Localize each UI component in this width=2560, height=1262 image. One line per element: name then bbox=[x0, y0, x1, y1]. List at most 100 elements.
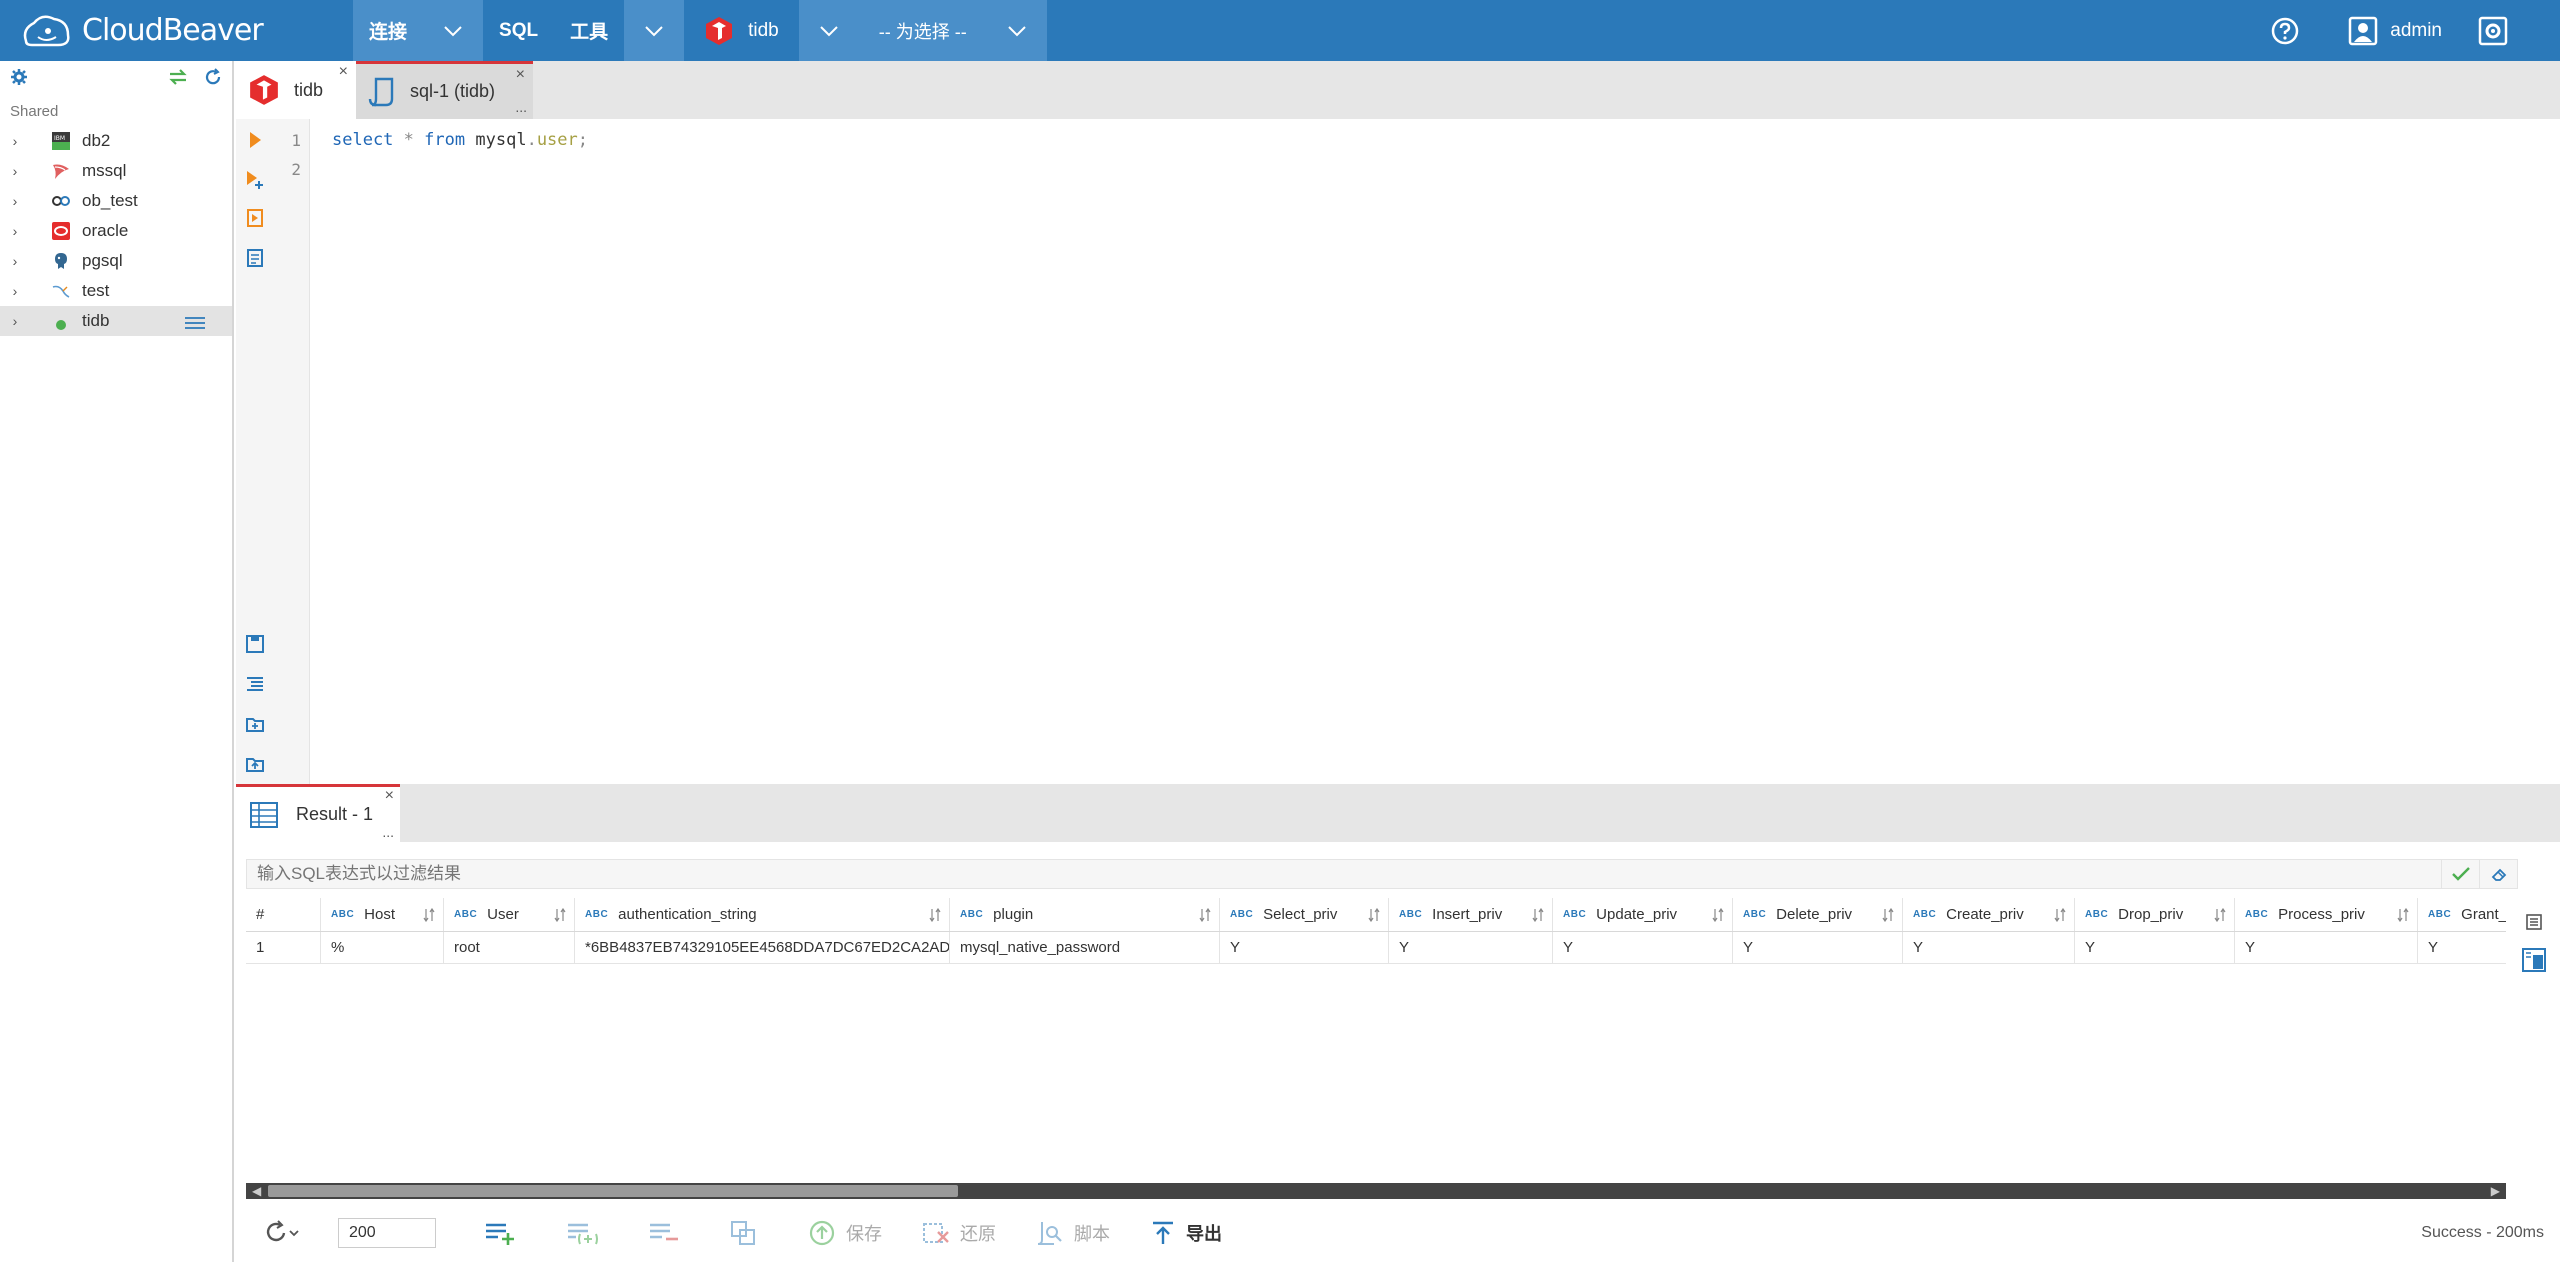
connection-dropdown-button[interactable] bbox=[798, 0, 859, 61]
help-button[interactable] bbox=[2270, 16, 2312, 46]
horizontal-scrollbar[interactable]: ◀ ▶ bbox=[246, 1183, 2506, 1199]
column-header-user[interactable]: ABC User bbox=[444, 898, 575, 931]
connect-dropdown-button[interactable] bbox=[423, 0, 484, 61]
column-header-host[interactable]: ABC Host bbox=[321, 898, 444, 931]
tree-node-ob-test[interactable]: › ob_test bbox=[0, 186, 232, 216]
sort-icon[interactable] bbox=[1882, 907, 1894, 926]
cell-process-priv[interactable]: Y bbox=[2235, 932, 2418, 963]
download-script-icon[interactable] bbox=[244, 753, 266, 775]
column-header-process-priv[interactable]: ABC Process_priv bbox=[2235, 898, 2418, 931]
load-script-icon[interactable] bbox=[244, 713, 266, 735]
sort-icon[interactable] bbox=[1368, 907, 1380, 926]
cell-select-priv[interactable]: Y bbox=[1220, 932, 1389, 963]
execute-script-icon[interactable] bbox=[244, 207, 266, 229]
cell-insert-priv[interactable]: Y bbox=[1389, 932, 1553, 963]
close-tab-icon[interactable]: × bbox=[385, 787, 394, 805]
cell-grant-priv[interactable]: Y bbox=[2418, 932, 2506, 963]
sort-icon[interactable] bbox=[1712, 907, 1724, 926]
column-header-grant-priv[interactable]: ABC Grant_priv bbox=[2418, 898, 2506, 931]
column-header-rownum[interactable]: # bbox=[246, 898, 321, 931]
explain-plan-icon[interactable] bbox=[244, 247, 266, 269]
cell-host[interactable]: % bbox=[321, 932, 444, 963]
add-row-button[interactable] bbox=[484, 1221, 526, 1245]
sort-icon[interactable] bbox=[1532, 907, 1544, 926]
column-header-delete-priv[interactable]: ABC Delete_priv bbox=[1733, 898, 1903, 931]
sort-icon[interactable] bbox=[2397, 907, 2409, 926]
settings-button[interactable] bbox=[2478, 16, 2520, 46]
table-row[interactable]: 1 % root *6BB4837EB74329105EE4568DDA7DC6… bbox=[246, 932, 2506, 964]
execute-statement-icon[interactable] bbox=[244, 129, 266, 151]
duplicate-row-button[interactable] bbox=[566, 1221, 608, 1245]
user-menu-button[interactable]: admin bbox=[2348, 16, 2442, 46]
cell-drop-priv[interactable]: Y bbox=[2075, 932, 2235, 963]
refresh-icon[interactable] bbox=[204, 68, 222, 86]
tree-node-db2[interactable]: › IBM db2 bbox=[0, 126, 232, 156]
clear-filter-button[interactable] bbox=[2479, 860, 2517, 888]
execute-new-tab-icon[interactable] bbox=[244, 168, 266, 190]
apply-filter-button[interactable] bbox=[2441, 860, 2479, 888]
schema-selector[interactable]: -- 为选择 -- bbox=[858, 0, 987, 61]
tools-dropdown-button[interactable] bbox=[624, 0, 685, 61]
node-menu-icon[interactable] bbox=[184, 315, 206, 335]
format-sql-icon[interactable] bbox=[244, 673, 266, 695]
revert-button[interactable]: 还原 bbox=[922, 1220, 996, 1246]
save-button[interactable]: 保存 bbox=[808, 1220, 882, 1246]
column-header-drop-priv[interactable]: ABC Drop_priv bbox=[2075, 898, 2235, 931]
cell-authentication-string[interactable]: *6BB4837EB74329105EE4568DDA7DC67ED2CA2AD… bbox=[575, 932, 950, 963]
link-sync-icon[interactable] bbox=[168, 68, 188, 86]
connect-menu-button[interactable]: 连接 bbox=[353, 0, 424, 61]
tab-more-icon[interactable]: ... bbox=[382, 824, 394, 840]
auto-refresh-button[interactable] bbox=[264, 1220, 310, 1246]
cell-user[interactable]: root bbox=[444, 932, 575, 963]
column-header-insert-priv[interactable]: ABC Insert_priv bbox=[1389, 898, 1553, 931]
delete-row-button[interactable] bbox=[648, 1221, 690, 1245]
sql-menu-button[interactable]: SQL bbox=[483, 0, 554, 61]
tab-tidb[interactable]: tidb × bbox=[236, 61, 356, 119]
expand-arrow-icon[interactable]: › bbox=[0, 223, 30, 239]
connection-selector[interactable]: tidb bbox=[684, 0, 799, 61]
expand-arrow-icon[interactable]: › bbox=[0, 193, 30, 209]
tree-node-pgsql[interactable]: › pgsql bbox=[0, 246, 232, 276]
tree-node-oracle[interactable]: › oracle bbox=[0, 216, 232, 246]
expand-arrow-icon[interactable]: › bbox=[0, 133, 30, 149]
expand-arrow-icon[interactable]: › bbox=[0, 163, 30, 179]
cell-delete-priv[interactable]: Y bbox=[1733, 932, 1903, 963]
scroll-right-icon[interactable]: ▶ bbox=[2491, 1184, 2500, 1198]
schema-dropdown-button[interactable] bbox=[986, 0, 1047, 61]
column-header-plugin[interactable]: ABC plugin bbox=[950, 898, 1220, 931]
cell-rownum[interactable]: 1 bbox=[246, 932, 321, 963]
sort-icon[interactable] bbox=[423, 907, 435, 926]
close-tab-icon[interactable]: × bbox=[516, 66, 525, 84]
sort-icon[interactable] bbox=[2214, 907, 2226, 926]
tab-more-icon[interactable]: ... bbox=[515, 99, 527, 115]
sort-icon[interactable] bbox=[929, 907, 941, 926]
column-header-update-priv[interactable]: ABC Update_priv bbox=[1553, 898, 1733, 931]
scroll-left-icon[interactable]: ◀ bbox=[252, 1184, 261, 1198]
close-tab-icon[interactable]: × bbox=[339, 63, 348, 81]
filter-input[interactable] bbox=[247, 860, 2441, 888]
tree-node-mssql[interactable]: › mssql bbox=[0, 156, 232, 186]
sql-code-text[interactable]: select * from mysql.user; bbox=[332, 126, 588, 155]
sort-icon[interactable] bbox=[2054, 907, 2066, 926]
cell-create-priv[interactable]: Y bbox=[1903, 932, 2075, 963]
cell-update-priv[interactable]: Y bbox=[1553, 932, 1733, 963]
panel-toggle-button[interactable] bbox=[2520, 908, 2548, 936]
tree-node-tidb[interactable]: › tidb bbox=[0, 306, 232, 336]
tree-node-test[interactable]: › test bbox=[0, 276, 232, 306]
expand-arrow-icon[interactable]: › bbox=[0, 313, 30, 329]
gear-icon[interactable] bbox=[10, 68, 28, 86]
tab-result-1[interactable]: Result - 1 × ... bbox=[236, 784, 400, 842]
tools-menu-button[interactable]: 工具 bbox=[554, 0, 624, 61]
expand-arrow-icon[interactable]: › bbox=[0, 253, 30, 269]
fetch-size-input[interactable] bbox=[338, 1218, 436, 1248]
column-header-create-priv[interactable]: ABC Create_priv bbox=[1903, 898, 2075, 931]
copy-rows-button[interactable] bbox=[730, 1220, 768, 1246]
tab-sql-1[interactable]: sql-1 (tidb) × ... bbox=[356, 61, 533, 119]
cell-plugin[interactable]: mysql_native_password bbox=[950, 932, 1220, 963]
value-panel-button[interactable] bbox=[2520, 946, 2548, 974]
column-header-authentication-string[interactable]: ABC authentication_string bbox=[575, 898, 950, 931]
expand-arrow-icon[interactable]: › bbox=[0, 283, 30, 299]
sort-icon[interactable] bbox=[554, 907, 566, 926]
script-button[interactable]: 脚本 bbox=[1036, 1220, 1110, 1246]
scrollbar-thumb[interactable] bbox=[268, 1185, 958, 1197]
